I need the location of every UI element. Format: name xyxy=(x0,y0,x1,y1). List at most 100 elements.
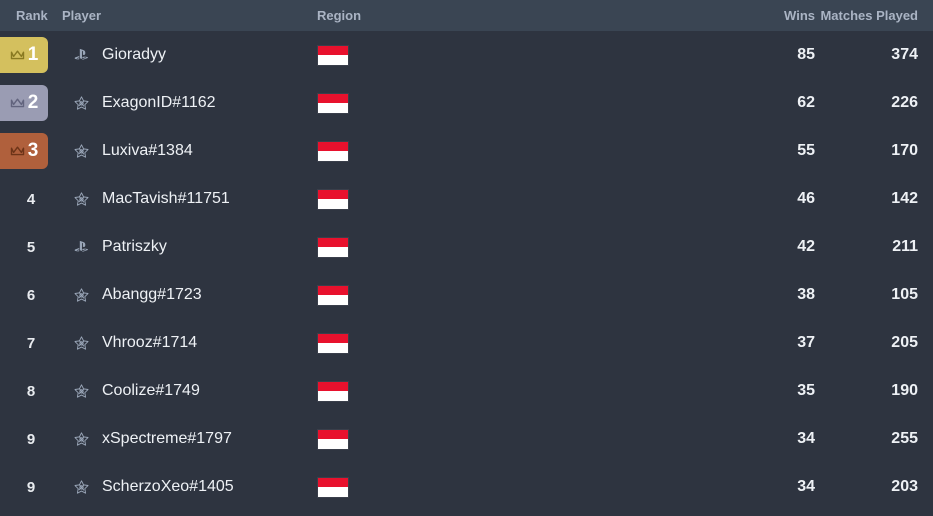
rank-number: 1 xyxy=(27,44,39,65)
cell-region xyxy=(317,188,735,210)
table-row[interactable]: 8 Coolize#1749 35 190 xyxy=(0,367,933,415)
indonesia-flag xyxy=(317,476,349,498)
leaderboard-table: Rank Player Region Wins Matches Played 1… xyxy=(0,0,933,516)
cell-rank: 9 xyxy=(0,463,62,511)
cell-wins: 62 xyxy=(797,94,815,111)
table-row[interactable]: 9 ScherzoXeo#1405 34 203 xyxy=(0,463,933,511)
column-header-wins[interactable]: Wins xyxy=(735,8,815,23)
player-name[interactable]: Luxiva#1384 xyxy=(102,142,193,160)
cell-player: Gioradyy xyxy=(62,46,317,64)
cell-region xyxy=(317,284,735,306)
table-header-row: Rank Player Region Wins Matches Played xyxy=(0,0,933,31)
indonesia-flag xyxy=(317,188,349,210)
cell-region xyxy=(317,380,735,402)
table-row[interactable]: 4 MacTavish#11751 46 142 xyxy=(0,175,933,223)
table-row[interactable]: 2 ExagonID#1162 62 226 xyxy=(0,79,933,127)
player-name[interactable]: Vhrooz#1714 xyxy=(102,334,197,352)
indonesia-flag xyxy=(317,236,349,258)
table-row[interactable]: 9 xSpectreme#1797 34 255 xyxy=(0,415,933,463)
cell-matches-played: 226 xyxy=(891,94,918,111)
cell-region xyxy=(317,140,735,162)
cell-matches-played: 142 xyxy=(891,190,918,207)
cell-matches-played: 105 xyxy=(891,286,918,303)
cell-player: MacTavish#11751 xyxy=(62,190,317,208)
cell-rank: 9 xyxy=(0,415,62,463)
epic-games-icon xyxy=(70,287,92,304)
rank-number: 2 xyxy=(27,92,39,113)
cell-region xyxy=(317,332,735,354)
rank-number: 7 xyxy=(26,334,36,352)
player-name[interactable]: Abangg#1723 xyxy=(102,286,202,304)
player-name[interactable]: Coolize#1749 xyxy=(102,382,200,400)
player-name[interactable]: ExagonID#1162 xyxy=(102,94,216,112)
indonesia-flag xyxy=(317,284,349,306)
rank-badge-silver: 2 xyxy=(0,85,48,121)
rank-number: 9 xyxy=(26,430,36,448)
indonesia-flag xyxy=(317,92,349,114)
cell-player: ScherzoXeo#1405 xyxy=(62,478,317,496)
player-name[interactable]: ScherzoXeo#1405 xyxy=(102,478,234,496)
epic-games-icon xyxy=(70,95,92,112)
table-body: 1 Gioradyy 85 374 2 ExagonID#1162 62 226 3 Luxiva… xyxy=(0,31,933,516)
player-name[interactable]: Patriszky xyxy=(102,238,167,256)
cell-wins: 46 xyxy=(797,190,815,207)
cell-matches-played: 190 xyxy=(891,382,918,399)
player-name[interactable]: xSpectreme#1797 xyxy=(102,430,232,448)
cell-player: Patriszky xyxy=(62,238,317,256)
rank-number: 8 xyxy=(26,382,36,400)
cell-region xyxy=(317,92,735,114)
table-row[interactable]: 6 Abangg#1723 38 105 xyxy=(0,271,933,319)
epic-games-icon xyxy=(70,383,92,400)
indonesia-flag xyxy=(317,380,349,402)
rank-badge-bronze: 3 xyxy=(0,133,48,169)
epic-games-icon xyxy=(70,191,92,208)
rank-number: 3 xyxy=(27,140,39,161)
cell-matches-played: 170 xyxy=(891,142,918,159)
cell-rank: 6 xyxy=(0,271,62,319)
cell-player: xSpectreme#1797 xyxy=(62,430,317,448)
table-row[interactable]: 7 Vhrooz#1714 37 205 xyxy=(0,319,933,367)
epic-games-icon xyxy=(70,335,92,352)
cell-wins: 37 xyxy=(797,334,815,351)
cell-rank: 8 xyxy=(0,367,62,415)
rank-number: 6 xyxy=(26,286,36,304)
cell-region xyxy=(317,428,735,450)
cell-player: Vhrooz#1714 xyxy=(62,334,317,352)
cell-region xyxy=(317,236,735,258)
crown-icon xyxy=(10,145,25,157)
cell-player: ExagonID#1162 xyxy=(62,94,317,112)
cell-region xyxy=(317,44,735,66)
cell-matches-played: 211 xyxy=(892,238,918,255)
cell-matches-played: 205 xyxy=(891,334,918,351)
playstation-icon xyxy=(70,48,92,62)
cell-rank: 5 xyxy=(0,223,62,271)
indonesia-flag xyxy=(317,44,349,66)
player-name[interactable]: Gioradyy xyxy=(102,46,166,64)
column-header-player[interactable]: Player xyxy=(62,8,317,23)
cell-wins: 34 xyxy=(797,478,815,495)
cell-rank: 7 xyxy=(0,319,62,367)
cell-wins: 35 xyxy=(797,382,815,399)
epic-games-icon xyxy=(70,431,92,448)
cell-matches-played: 255 xyxy=(891,430,918,447)
cell-rank: 1 xyxy=(0,31,62,79)
table-row[interactable]: 1 Gioradyy 85 374 xyxy=(0,31,933,79)
indonesia-flag xyxy=(317,140,349,162)
crown-icon xyxy=(10,97,25,109)
cell-player: Luxiva#1384 xyxy=(62,142,317,160)
column-header-rank[interactable]: Rank xyxy=(0,8,62,23)
playstation-icon xyxy=(70,240,92,254)
cell-region xyxy=(317,476,735,498)
cell-wins: 34 xyxy=(797,430,815,447)
player-name[interactable]: MacTavish#11751 xyxy=(102,190,230,208)
rank-number: 5 xyxy=(26,238,36,256)
table-row[interactable]: 3 Luxiva#1384 55 170 xyxy=(0,127,933,175)
cell-rank: 4 xyxy=(0,175,62,223)
column-header-matches[interactable]: Matches Played xyxy=(815,8,933,23)
rank-number: 4 xyxy=(26,190,36,208)
table-row[interactable]: 5 Patriszky 42 211 xyxy=(0,223,933,271)
column-header-region[interactable]: Region xyxy=(317,8,735,23)
crown-icon xyxy=(10,49,25,61)
cell-wins: 55 xyxy=(797,142,815,159)
cell-wins: 85 xyxy=(797,46,815,63)
